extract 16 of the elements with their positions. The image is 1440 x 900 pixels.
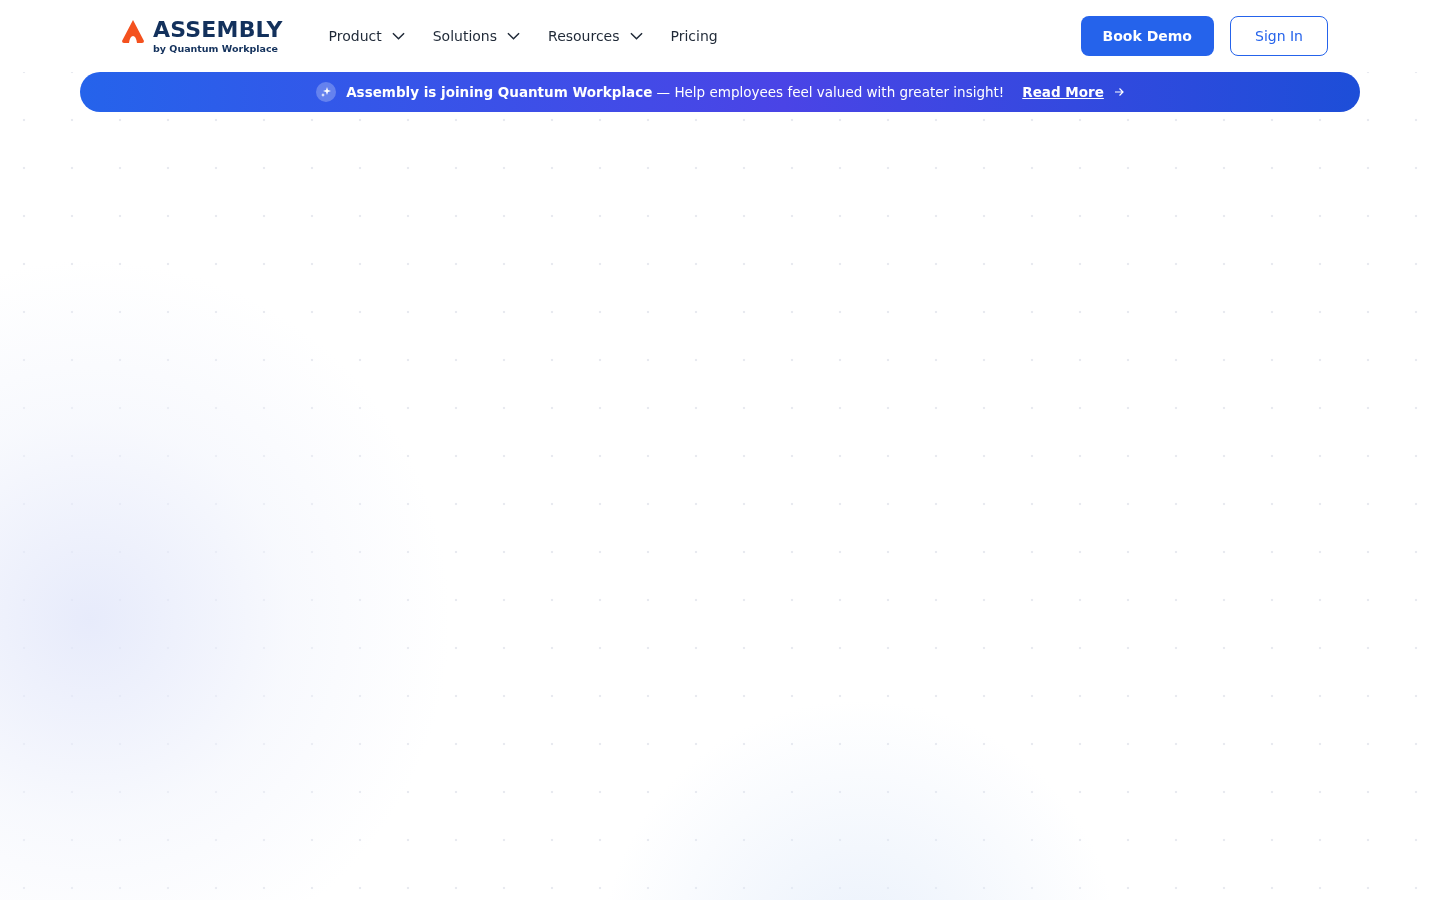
logo-wordmark: ASSEMBLY — [153, 18, 283, 41]
banner-message: Assembly is joining Quantum Workplace — Help employees feel valued with greater insight! — [346, 84, 1005, 100]
chevron-down-icon — [629, 32, 643, 40]
sparkle-icon — [316, 82, 337, 102]
nav-link[interactable]: Pricing — [670, 28, 718, 44]
nav-link[interactable]: Product — [328, 28, 405, 44]
chevron-down-icon — [391, 32, 405, 40]
nav-link[interactable]: Resources — [548, 28, 643, 44]
arrow-right-icon — [1113, 87, 1124, 97]
sign-in-button[interactable]: Sign In — [1230, 16, 1328, 56]
logo-icon — [121, 18, 145, 43]
nav-link[interactable]: Solutions — [432, 28, 521, 44]
logo-byline: by Quantum Workplace — [153, 42, 280, 54]
read-more-link[interactable]: Read More — [1022, 84, 1104, 100]
book-demo-button[interactable]: Book Demo — [1080, 16, 1214, 56]
chevron-down-icon — [507, 32, 521, 40]
